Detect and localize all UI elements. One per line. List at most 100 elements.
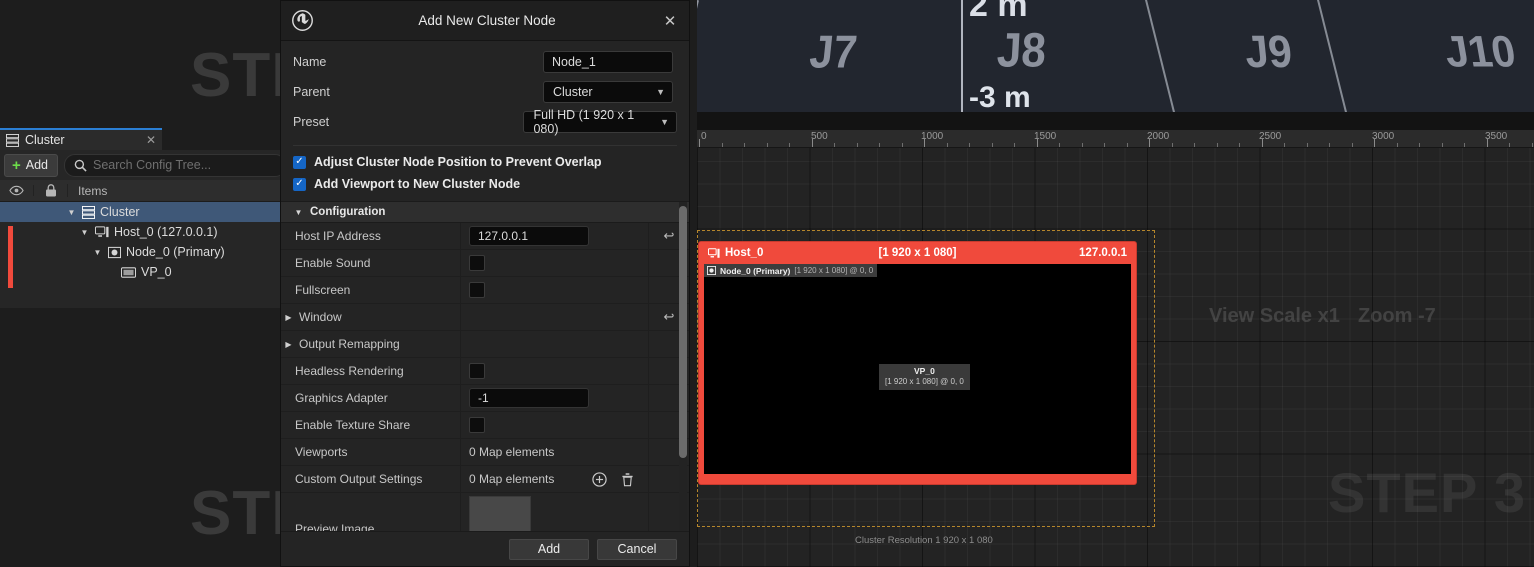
node-detail: [1 920 x 1 080] @ 0, 0 bbox=[794, 266, 874, 275]
property-value-headless-rendering bbox=[461, 358, 649, 384]
tree-active-marker bbox=[8, 226, 13, 288]
viewport-diagonal-line-1 bbox=[697, 0, 699, 128]
canvas-watermark: STEP 3 bbox=[1328, 461, 1526, 524]
chevron-right-icon[interactable]: ▶ bbox=[283, 313, 294, 322]
property-row-custom-output-settings: Custom Output Settings 0 Map elements bbox=[281, 466, 689, 493]
chevron-down-icon[interactable]: ▼ bbox=[79, 228, 90, 237]
chevron-down-icon[interactable]: ▼ bbox=[293, 208, 304, 217]
property-row-output-remapping: ▶ Output Remapping bbox=[281, 331, 689, 358]
preset-dropdown[interactable]: Full HD (1 920 x 1 080) ▼ bbox=[523, 108, 677, 136]
tree-column-header: Items bbox=[0, 180, 290, 202]
node-box[interactable]: Node_0 (Primary) [1 920 x 1 080] @ 0, 0 … bbox=[704, 264, 1131, 474]
ruler-tick-minor bbox=[1216, 143, 1218, 147]
property-row-fullscreen: Fullscreen bbox=[281, 277, 689, 304]
close-icon[interactable]: ✕ bbox=[146, 133, 156, 147]
close-icon[interactable]: ✕ bbox=[661, 12, 679, 30]
tree-item-node[interactable]: ▼ Node_0 (Primary) bbox=[0, 242, 290, 262]
chevron-down-icon: ▼ bbox=[660, 117, 669, 127]
add-element-icon[interactable] bbox=[592, 471, 608, 487]
viewport-label-j8: J8 bbox=[995, 23, 1048, 78]
cancel-button[interactable]: Cancel bbox=[597, 538, 677, 560]
checkbox-enable-sound[interactable] bbox=[469, 255, 485, 271]
chevron-right-icon[interactable]: ▶ bbox=[283, 340, 294, 349]
property-label-custom-output-settings: Custom Output Settings bbox=[281, 466, 461, 492]
zoom-readout: Zoom -7 bbox=[1358, 305, 1436, 327]
host-ip-input[interactable] bbox=[469, 226, 589, 246]
ruler-tick-minor bbox=[766, 143, 768, 147]
ruler-tick-minor bbox=[1329, 143, 1330, 147]
search-icon bbox=[74, 159, 87, 172]
category-label: Configuration bbox=[310, 206, 386, 218]
viewport-major-line-vertical bbox=[961, 0, 963, 122]
ruler-tick-minor bbox=[856, 143, 858, 147]
checkbox-row-adjust-position[interactable]: Adjust Cluster Node Position to Prevent … bbox=[281, 151, 689, 173]
ruler-label: 500 bbox=[811, 131, 828, 142]
canvas-ruler[interactable]: 0 500 1000 1500 2000 2500 3000 3500 bbox=[697, 130, 1534, 148]
search-box[interactable] bbox=[64, 153, 286, 177]
ruler-tick-minor bbox=[1441, 143, 1443, 147]
property-value-output-remapping bbox=[461, 331, 649, 357]
viewport-label-j7: J7 bbox=[807, 25, 860, 78]
viewport-diagonal-line-2 bbox=[1145, 0, 1180, 130]
3d-viewport[interactable]: J7 J8 J9 J10 2 m -3 m bbox=[697, 0, 1534, 130]
add-button[interactable]: Add bbox=[509, 538, 589, 560]
properties-scrollbar-thumb[interactable] bbox=[679, 206, 687, 458]
property-row-window: ▶ Window ↩ bbox=[281, 304, 689, 331]
ruler-tick-minor bbox=[744, 143, 745, 147]
property-label-text-output-remapping: Output Remapping bbox=[299, 337, 400, 351]
ruler-tick-minor bbox=[991, 143, 993, 147]
checkbox-enable-texture-share[interactable] bbox=[469, 417, 485, 433]
node-header[interactable]: Node_0 (Primary) [1 920 x 1 080] @ 0, 0 bbox=[704, 264, 878, 277]
dialog-divider bbox=[293, 145, 677, 146]
dialog-footer: Add Cancel bbox=[281, 531, 689, 566]
tab-cluster[interactable]: Cluster ✕ bbox=[0, 128, 162, 150]
ruler-label: 0 bbox=[701, 131, 707, 142]
viewports-value: 0 Map elements bbox=[469, 445, 555, 459]
plus-icon: + bbox=[12, 156, 21, 174]
checkbox-label-adjust-position: Adjust Cluster Node Position to Prevent … bbox=[314, 155, 602, 169]
category-row-configuration[interactable]: ▼ Configuration bbox=[281, 202, 689, 223]
reset-arrow-icon: ↩ bbox=[663, 309, 675, 324]
graphics-adapter-input[interactable] bbox=[469, 388, 589, 408]
tree-item-label: Cluster bbox=[100, 205, 140, 219]
browse-icon[interactable]: ... bbox=[537, 523, 550, 531]
eye-icon[interactable] bbox=[0, 185, 34, 196]
property-label-window: ▶ Window bbox=[281, 304, 461, 330]
chevron-down-icon[interactable]: ▼ bbox=[92, 248, 103, 257]
custom-output-settings-value: 0 Map elements bbox=[469, 472, 555, 486]
dialog-title: Add New Cluster Node bbox=[418, 13, 556, 28]
search-input[interactable] bbox=[93, 158, 276, 172]
properties-panel[interactable]: ▼ Configuration Host IP Address ↩ Enable… bbox=[281, 201, 689, 531]
checkbox-headless-rendering[interactable] bbox=[469, 363, 485, 379]
add-button[interactable]: + Add bbox=[4, 153, 59, 177]
tree-item-label: Host_0 (127.0.0.1) bbox=[114, 225, 218, 239]
ruler-label: 1500 bbox=[1034, 131, 1057, 142]
property-row-graphics-adapter: Graphics Adapter bbox=[281, 385, 689, 412]
ruler-tick-minor bbox=[721, 143, 723, 147]
checkbox-adjust-position[interactable] bbox=[293, 155, 306, 169]
property-value-window bbox=[461, 304, 649, 330]
chevron-down-icon[interactable]: ▼ bbox=[66, 208, 77, 217]
config-tree: ▼ Cluster ▼ Host_0 (127.0.0.1) ▼ Node_0 … bbox=[0, 202, 290, 288]
checkbox-fullscreen[interactable] bbox=[469, 282, 485, 298]
preview-image-thumbnail[interactable] bbox=[469, 496, 531, 531]
parent-dropdown[interactable]: Cluster ▼ bbox=[543, 81, 673, 103]
name-input[interactable] bbox=[543, 51, 673, 73]
tree-item-host[interactable]: ▼ Host_0 (127.0.0.1) bbox=[0, 222, 290, 242]
checkbox-add-viewport[interactable] bbox=[293, 177, 306, 191]
host-box[interactable]: Host_0 [1 920 x 1 080] 127.0.0.1 Node_0 … bbox=[699, 242, 1136, 484]
property-row-enable-texture-share: Enable Texture Share bbox=[281, 412, 689, 439]
delete-element-icon[interactable] bbox=[621, 472, 634, 487]
host-header[interactable]: Host_0 [1 920 x 1 080] 127.0.0.1 bbox=[699, 242, 1136, 264]
viewport-label-j9: J9 bbox=[1242, 26, 1295, 77]
viewport-chip[interactable]: VP_0 [1 920 x 1 080] @ 0, 0 bbox=[879, 364, 970, 390]
ruler-tick-minor bbox=[834, 143, 835, 147]
tree-item-viewport[interactable]: ▼ VP_0 bbox=[0, 262, 290, 282]
panel-toolbar: + Add bbox=[0, 150, 290, 180]
dialog-titlebar[interactable]: Add New Cluster Node ✕ bbox=[281, 1, 689, 41]
lock-icon[interactable] bbox=[34, 184, 68, 197]
tree-item-cluster[interactable]: ▼ Cluster bbox=[0, 202, 290, 222]
checkbox-row-add-viewport[interactable]: Add Viewport to New Cluster Node bbox=[281, 173, 689, 195]
preset-value: Full HD (1 920 x 1 080) bbox=[533, 108, 635, 136]
cluster-canvas[interactable]: 0 500 1000 1500 2000 2500 3000 3500 sfor… bbox=[697, 130, 1534, 567]
